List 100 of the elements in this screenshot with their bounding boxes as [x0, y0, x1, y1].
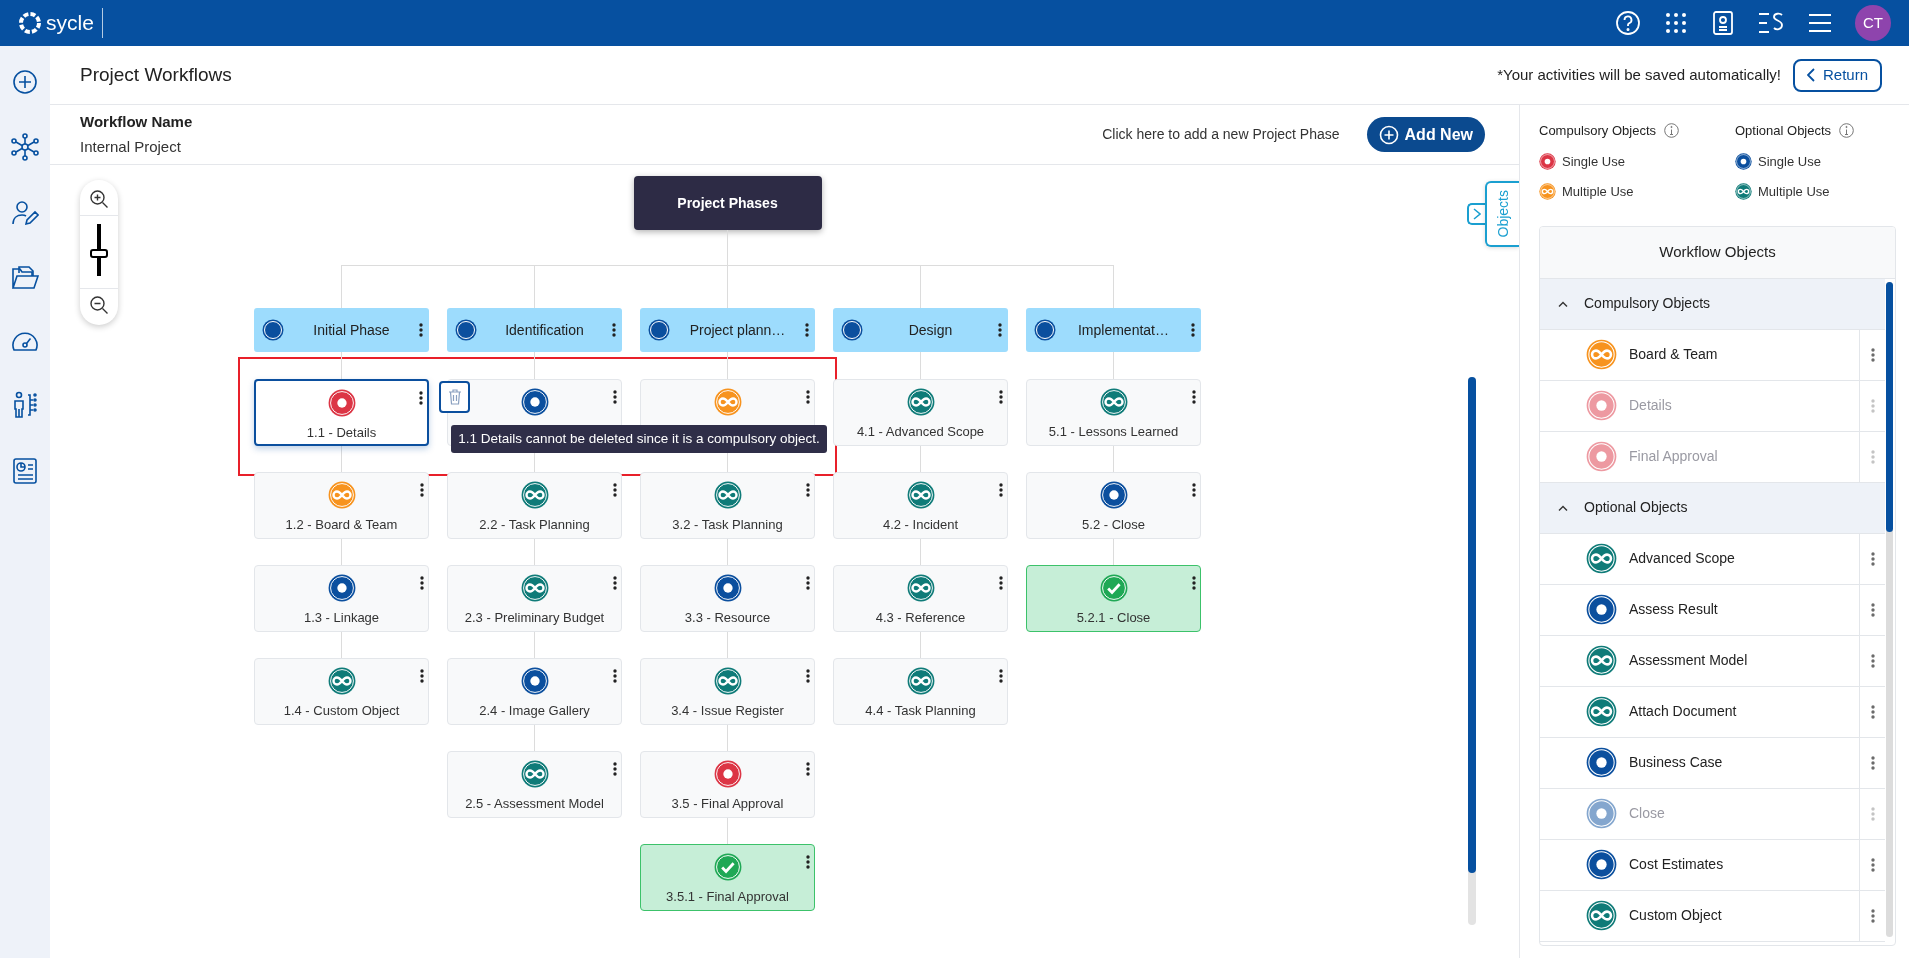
node-label: 2.4 - Image Gallery: [479, 702, 590, 720]
people-list-icon[interactable]: [11, 391, 39, 419]
node-label: 3.4 - Issue Register: [671, 702, 784, 720]
more-icon[interactable]: [420, 483, 424, 497]
user-avatar[interactable]: CT: [1855, 5, 1891, 41]
more-icon[interactable]: [999, 576, 1003, 590]
node-label: 3.3 - Resource: [684, 609, 771, 627]
object-row[interactable]: Board & Team: [1540, 329, 1885, 381]
add-icon[interactable]: [12, 69, 38, 95]
object-node[interactable]: 1.4 - Custom Object: [254, 658, 429, 725]
menu-icon[interactable]: [1807, 12, 1833, 34]
list-icon[interactable]: [1757, 10, 1785, 36]
object-node[interactable]: 4.1 - Advanced Scope: [833, 379, 1008, 446]
more-icon[interactable]: [613, 669, 617, 683]
more-icon[interactable]: [999, 483, 1003, 497]
more-icon[interactable]: [806, 762, 810, 776]
more-icon[interactable]: [613, 576, 617, 590]
phase-header[interactable]: Design: [833, 308, 1008, 352]
more-icon[interactable]: [806, 390, 810, 404]
more-icon[interactable]: [612, 323, 616, 337]
more-icon[interactable]: [613, 390, 617, 404]
more-icon[interactable]: [806, 483, 810, 497]
tooltip: 1.1 Details cannot be deleted since it is a compulsory object.: [451, 425, 827, 453]
object-node[interactable]: 5.2 - Close: [1026, 472, 1201, 539]
folder-icon[interactable]: [11, 265, 39, 291]
add-phase-hint: Click here to add a new Project Phase: [1102, 125, 1340, 144]
more-icon[interactable]: [613, 762, 617, 776]
slider-thumb[interactable]: [90, 249, 108, 259]
group-header[interactable]: Compulsory Objects: [1540, 278, 1885, 330]
phase-header[interactable]: Implementat…: [1026, 308, 1201, 352]
object-row[interactable]: Advanced Scope: [1540, 533, 1885, 585]
user-edit-icon[interactable]: [11, 199, 39, 227]
object-node[interactable]: 5.1 - Lessons Learned: [1026, 379, 1201, 446]
object-node[interactable]: 2.4 - Image Gallery: [447, 658, 622, 725]
node-label: 1.2 - Board & Team: [285, 516, 398, 534]
more-icon[interactable]: [806, 855, 810, 869]
add-new-button[interactable]: Add New: [1366, 117, 1485, 152]
phase-header[interactable]: Initial Phase: [254, 308, 429, 352]
info-icon[interactable]: [1839, 123, 1855, 139]
object-node[interactable]: 5.2.1 - Close: [1026, 565, 1201, 632]
more-icon[interactable]: [998, 323, 1002, 337]
more-icon[interactable]: [419, 391, 423, 405]
object-node[interactable]: 2.5 - Assessment Model: [447, 751, 622, 818]
return-button[interactable]: Return: [1792, 58, 1882, 92]
more-icon[interactable]: [805, 323, 809, 337]
zoom-in-icon[interactable]: [89, 189, 109, 209]
more-icon[interactable]: [806, 669, 810, 683]
object-row[interactable]: Assessment Model: [1540, 635, 1885, 687]
object-node[interactable]: 4.2 - Incident: [833, 472, 1008, 539]
document-icon[interactable]: [1711, 10, 1735, 36]
node-label: 2.2 - Task Planning: [479, 516, 590, 534]
object-node[interactable]: 4.4 - Task Planning: [833, 658, 1008, 725]
node-label: 4.1 - Advanced Scope: [856, 423, 985, 441]
phase-icon: [648, 319, 670, 341]
object-node[interactable]: 1.2 - Board & Team: [254, 472, 429, 539]
delete-button[interactable]: [439, 381, 470, 413]
gauge-icon[interactable]: [11, 329, 39, 353]
object-node[interactable]: 3.4 - Issue Register: [640, 658, 815, 725]
help-icon[interactable]: [1615, 10, 1641, 36]
object-row[interactable]: Assess Result: [1540, 584, 1885, 636]
phase-header[interactable]: Identification: [447, 308, 622, 352]
object-node[interactable]: 3.5.1 - Final Approval: [640, 844, 815, 911]
more-icon[interactable]: [419, 323, 423, 337]
report-icon[interactable]: [12, 457, 38, 485]
more-icon[interactable]: [1192, 483, 1196, 497]
apps-grid-icon[interactable]: [1663, 10, 1689, 36]
object-node[interactable]: 2.2 - Task Planning: [447, 472, 622, 539]
scrollbar[interactable]: [1468, 377, 1476, 925]
phase-header[interactable]: Project plann…: [640, 308, 815, 352]
object-node[interactable]: 3.2 - Task Planning: [640, 472, 815, 539]
object-row[interactable]: Cost Estimates: [1540, 839, 1885, 891]
object-row[interactable]: Business Case: [1540, 737, 1885, 789]
scrollbar[interactable]: [1886, 281, 1893, 937]
more-icon[interactable]: [1192, 390, 1196, 404]
chevron-right-icon: [1473, 208, 1481, 220]
more-icon[interactable]: [420, 669, 424, 683]
more-icon[interactable]: [1192, 576, 1196, 590]
more-icon[interactable]: [806, 576, 810, 590]
object-row[interactable]: Custom Object: [1540, 890, 1885, 942]
root-node: Project Phases: [633, 176, 822, 230]
more-icon[interactable]: [420, 576, 424, 590]
object-node[interactable]: 3.3 - Resource: [640, 565, 815, 632]
object-node[interactable]: 2.3 - Preliminary Budget: [447, 565, 622, 632]
network-icon[interactable]: [11, 133, 39, 161]
page-title: Project Workflows: [80, 62, 232, 87]
info-icon[interactable]: [1664, 123, 1680, 139]
object-node[interactable]: 4.3 - Reference: [833, 565, 1008, 632]
group-header[interactable]: Optional Objects: [1540, 482, 1885, 534]
object-row[interactable]: Attach Document: [1540, 686, 1885, 738]
more-icon[interactable]: [1191, 323, 1195, 337]
more-icon[interactable]: [999, 390, 1003, 404]
object-node[interactable]: 3.5 - Final Approval: [640, 751, 815, 818]
legend-title: Optional Objects: [1735, 122, 1832, 140]
object-node[interactable]: 1.3 - Linkage: [254, 565, 429, 632]
more-icon[interactable]: [999, 669, 1003, 683]
more-icon[interactable]: [613, 483, 617, 497]
zoom-out-icon[interactable]: [89, 295, 109, 315]
phase-icon: [1034, 319, 1056, 341]
legend-label: Multiple Use: [1758, 183, 1830, 201]
expand-button[interactable]: [1467, 203, 1485, 225]
